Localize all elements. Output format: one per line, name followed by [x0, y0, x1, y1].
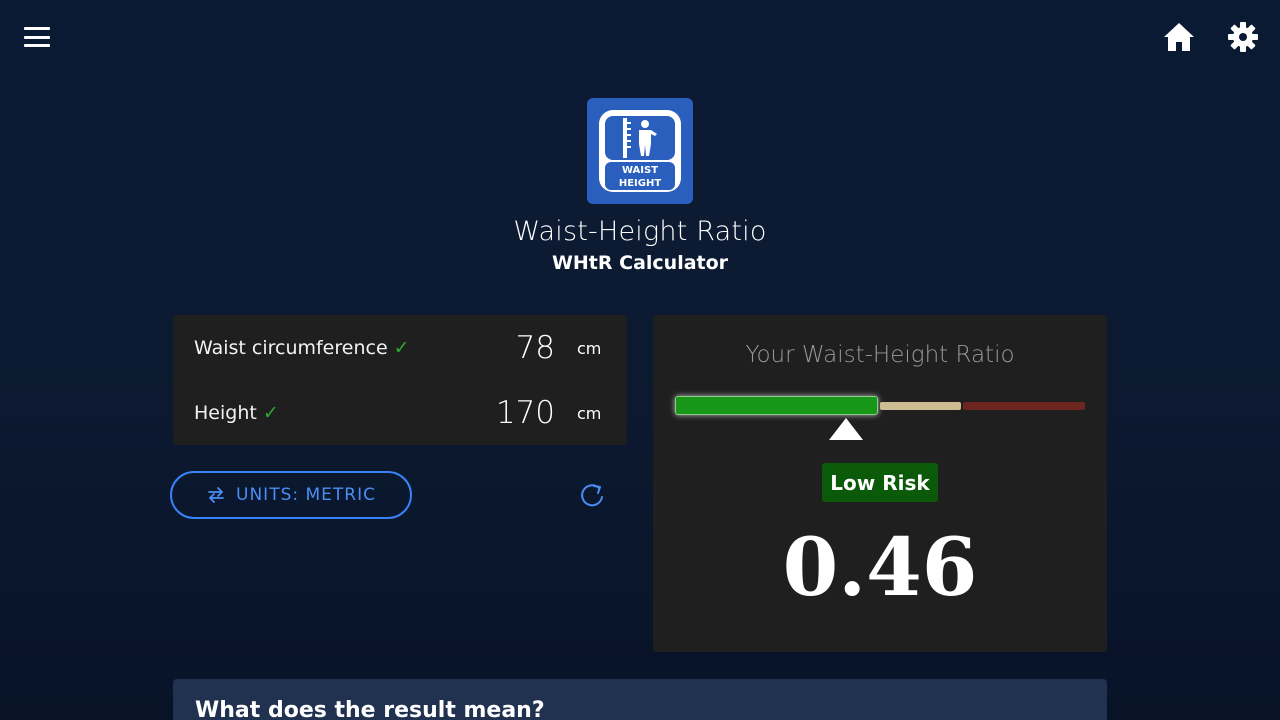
menu-button[interactable]	[20, 22, 54, 52]
gear-icon	[1228, 22, 1258, 52]
height-label: Height ✓	[194, 402, 279, 424]
risk-bar-low	[675, 396, 878, 415]
check-icon: ✓	[262, 402, 279, 424]
risk-badge: Low Risk	[822, 463, 938, 502]
waist-unit: cm	[577, 338, 602, 358]
logo-text-height: HEIGHT	[619, 178, 661, 189]
waist-label: Waist circumference ✓	[194, 337, 410, 359]
app-title: Waist-Height Ratio	[513, 216, 767, 247]
risk-bar-moderate	[880, 402, 961, 410]
units-toggle-button[interactable]: UNITS: METRIC	[170, 471, 412, 519]
check-icon: ✓	[393, 337, 410, 359]
waist-value[interactable]: 78	[516, 330, 555, 366]
logo-text-waist: WAIST	[622, 165, 658, 176]
home-button[interactable]	[1160, 19, 1198, 55]
waist-input-row[interactable]: Waist circumference ✓ 78	[173, 316, 627, 380]
swap-arrows-icon	[208, 487, 224, 503]
ratio-value: 0.46	[782, 520, 978, 614]
app-subtitle: WHtR Calculator	[551, 252, 729, 274]
waist-height-logo-icon: WAIST HEIGHT	[599, 110, 681, 192]
refresh-icon	[581, 484, 603, 507]
units-label: UNITS: METRIC	[236, 485, 376, 505]
ratio-marker	[829, 418, 863, 440]
app-logo: WAIST HEIGHT	[587, 98, 693, 204]
hamburger-menu-icon	[24, 27, 50, 47]
settings-button[interactable]	[1224, 19, 1262, 55]
info-title: What does the result mean?	[195, 698, 545, 720]
height-unit: cm	[577, 403, 602, 423]
result-title: Your Waist-Height Ratio	[745, 342, 1015, 368]
home-icon	[1164, 23, 1194, 51]
risk-bar-high	[963, 402, 1085, 410]
reset-button[interactable]	[577, 479, 609, 511]
height-value[interactable]: 170	[496, 395, 555, 431]
height-input-row[interactable]: Height ✓ 170	[173, 381, 627, 445]
